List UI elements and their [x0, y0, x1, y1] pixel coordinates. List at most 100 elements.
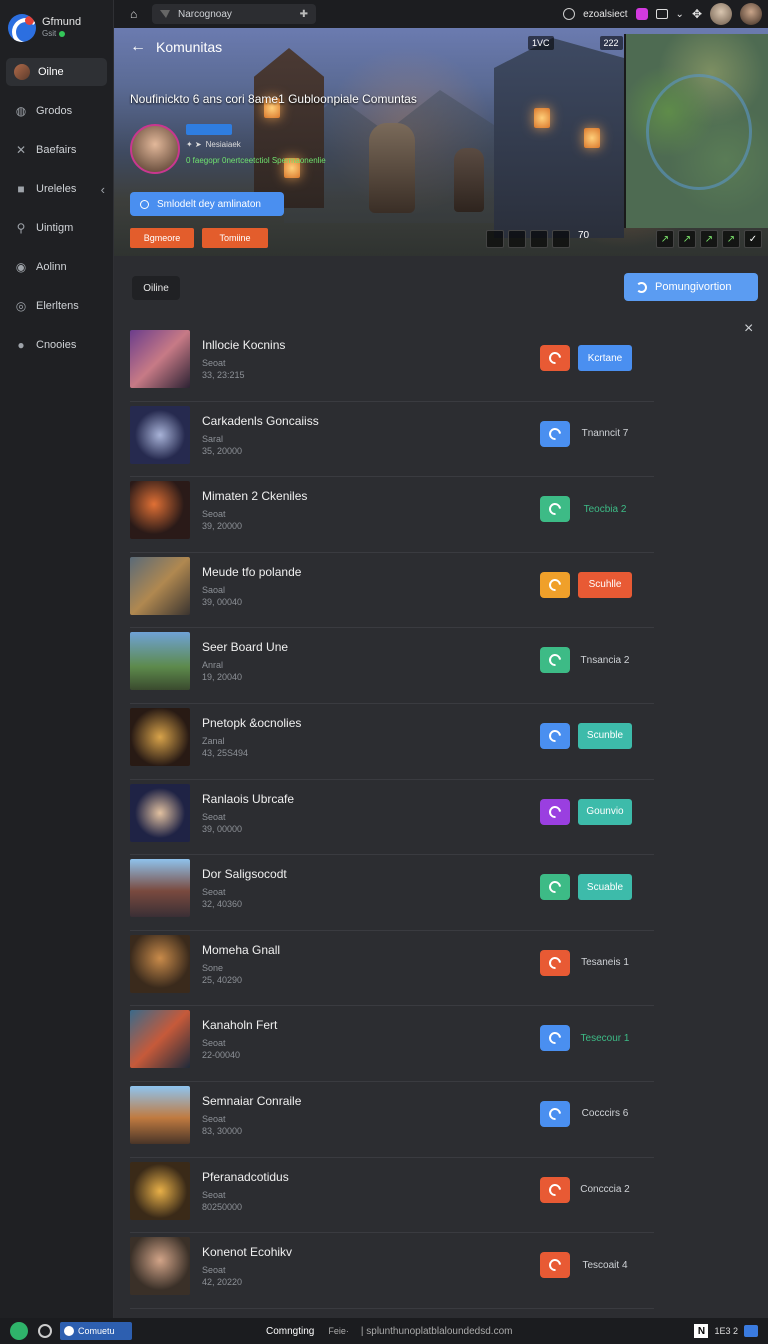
status-text: Cocccirs 6 [581, 1108, 629, 1120]
list-item[interactable]: Semnaiar Conraile Seoat 83, 30000 Cocccirs … [130, 1082, 654, 1158]
status-button[interactable]: Scuhlle [578, 571, 632, 598]
link-glyph-icon [546, 803, 564, 821]
list-item[interactable]: Momeha Gnall Sone 25, 40290 Tesaneis 1 [130, 931, 654, 1007]
eye-icon: ◎ [15, 299, 27, 313]
flag-icon[interactable] [635, 8, 648, 20]
sidebar-item-user[interactable]: ● Cnooies [6, 331, 107, 359]
filter-chip[interactable]: Oiline [132, 276, 180, 300]
status-button[interactable]: Kcrtane [578, 345, 632, 371]
hero-scene-window [584, 128, 600, 148]
link-icon[interactable] [540, 647, 570, 674]
sidebar-item-tools[interactable]: ✕ Baefairs [6, 136, 107, 164]
taskbar-chip[interactable]: Comuetu [60, 1322, 132, 1340]
move-icon[interactable]: ✥ [692, 7, 702, 21]
link-icon[interactable] [540, 722, 570, 749]
list-item[interactable]: Dor Saligsocodt Seoat 32, 40360 Scuable [130, 855, 654, 931]
tag-button[interactable]: Tomiine [202, 228, 268, 248]
avatar[interactable] [130, 124, 180, 174]
link-icon[interactable] [540, 571, 570, 598]
status-button[interactable]: Scuable [578, 874, 632, 901]
clock-icon[interactable] [563, 8, 576, 20]
home-icon[interactable]: ⌂ [130, 7, 148, 21]
link-icon[interactable] [540, 1100, 570, 1127]
sidebar-item-online[interactable]: Oilne [6, 58, 107, 86]
join-button[interactable]: Smlodelt dey amlinaton [130, 192, 284, 216]
tag-button[interactable]: Bgmeore [130, 228, 194, 248]
info-icon [140, 199, 149, 209]
sidebar-item-eye[interactable]: ◎ Elerltens [6, 292, 107, 320]
game-hud-left: 70 [486, 230, 589, 248]
chevron-left-icon[interactable]: ‹ [101, 182, 105, 197]
status-button[interactable]: Scunble [578, 722, 632, 749]
sidebar-item-target[interactable]: ◉ Aolinn [6, 253, 107, 281]
sidebar-item-pin[interactable]: ⚲ Uintigm [6, 214, 107, 242]
link-icon[interactable] [540, 874, 570, 901]
join-button-label: Smlodelt dey amlinaton [157, 198, 261, 210]
link-icon[interactable] [540, 1025, 570, 1052]
hero-info-line: ✦ ➤ Nesiaiaek [186, 140, 241, 149]
hud-slot [530, 230, 548, 248]
hero-info-line-secondary: 0 faegopr 0nertceetctiol Spermaonenlie [186, 156, 326, 165]
chevron-down-icon[interactable]: ⌄ [676, 9, 684, 20]
taskbar-label-secondary: Feie· [328, 1326, 349, 1336]
notion-icon[interactable]: N [694, 1324, 709, 1338]
hud-label: 222 [599, 36, 623, 50]
link-icon[interactable] [540, 798, 570, 825]
taskbar-chip-label: Comuetu [78, 1326, 115, 1336]
sidebar-item-folders[interactable]: ■ Ureleles ‹ [6, 175, 107, 203]
page-title: ← Komunitas [130, 38, 222, 56]
tray-label: 1E3 2 [714, 1326, 738, 1336]
back-arrow-icon[interactable]: ← [130, 38, 146, 56]
list-item[interactable]: Mimaten 2 Ckeniles Seoat 39, 20000 Teocbia … [130, 477, 654, 553]
topbar-right-label[interactable]: ezoalsiect [583, 9, 627, 20]
community-thumbnail [130, 934, 190, 993]
close-icon[interactable]: × [744, 320, 753, 338]
list-item-title: Dor Saligsocodt [202, 867, 287, 882]
link-glyph-icon [546, 500, 564, 518]
app-icon[interactable] [10, 1322, 28, 1340]
list-item-meta: 19, 20040 [202, 672, 243, 683]
link-glyph-icon [546, 576, 564, 594]
hud-slot [508, 230, 526, 248]
link-icon[interactable] [540, 345, 570, 371]
hero-scene-character [454, 148, 484, 212]
list-item[interactable]: Konenot Ecohikv Seoat 42, 20220 Tescoait 4 [130, 1233, 654, 1309]
avatar[interactable] [740, 3, 762, 25]
list-item[interactable]: Inllocie Kocnins Seoat 33, 23:215 Kcrtane [130, 326, 654, 402]
link-icon[interactable] [540, 496, 570, 523]
list-item[interactable]: Ranlaois Ubrcafe Seoat 39, 00000 Gounvio [130, 780, 654, 856]
community-thumbnail [130, 405, 190, 464]
list-item[interactable]: Meude tfo polande Saoal 39, 00040 Scuhlle [130, 553, 654, 629]
main-content: Oiline Pomungivortion × Inllocie Kocnins… [114, 256, 768, 1318]
list-item-meta: 25, 40290 [202, 974, 243, 985]
primary-action-button[interactable]: Pomungivortion [624, 273, 758, 301]
status-button[interactable]: Gounvio [578, 798, 632, 825]
brand-logo-icon [8, 14, 36, 42]
list-item[interactable]: Pferanadcotidus Seoat 80250000 Concccia 2 [130, 1158, 654, 1234]
list-item-subtitle: Anral [202, 660, 224, 671]
browser-tab[interactable]: Narcognoay ✚ [152, 4, 316, 24]
list-item[interactable]: Pnetopk &ocnolies Zanal 43, 25S494 Scunble [130, 704, 654, 780]
hero-scene-character [369, 123, 415, 213]
page-title-text: Komunitas [156, 39, 223, 55]
sidebar-item-label: Aolinn [36, 261, 67, 273]
list-item[interactable]: Kanaholn Fert Seoat 22-00040 Tesecour 1 [130, 1006, 654, 1082]
window-icon[interactable] [655, 9, 668, 19]
link-glyph-icon [546, 349, 564, 367]
tray-icon[interactable] [744, 1325, 758, 1337]
avatar[interactable] [710, 3, 732, 25]
link-icon[interactable] [540, 949, 570, 976]
list-item-subtitle: Saoal [202, 584, 226, 595]
list-item-title: Meude tfo polande [202, 564, 302, 579]
sidebar-item-groups[interactable]: ◍ Grodos [6, 97, 107, 125]
brand[interactable]: Gfmund Gsit [0, 0, 113, 48]
search-icon[interactable] [38, 1324, 52, 1338]
puzzle-icon[interactable]: ✚ [300, 9, 308, 20]
link-icon[interactable] [540, 1176, 570, 1203]
link-icon[interactable] [540, 1252, 570, 1279]
list-item-meta: 83, 30000 [202, 1125, 243, 1136]
list-item-title: Konenot Ecohikv [202, 1245, 293, 1260]
list-item[interactable]: Seer Board Une Anral 19, 20040 Tnsancia 2 [130, 628, 654, 704]
list-item[interactable]: Carkadenls Goncaiiss Saral 35, 20000 Tnannc… [130, 402, 654, 478]
link-icon[interactable] [540, 420, 570, 447]
